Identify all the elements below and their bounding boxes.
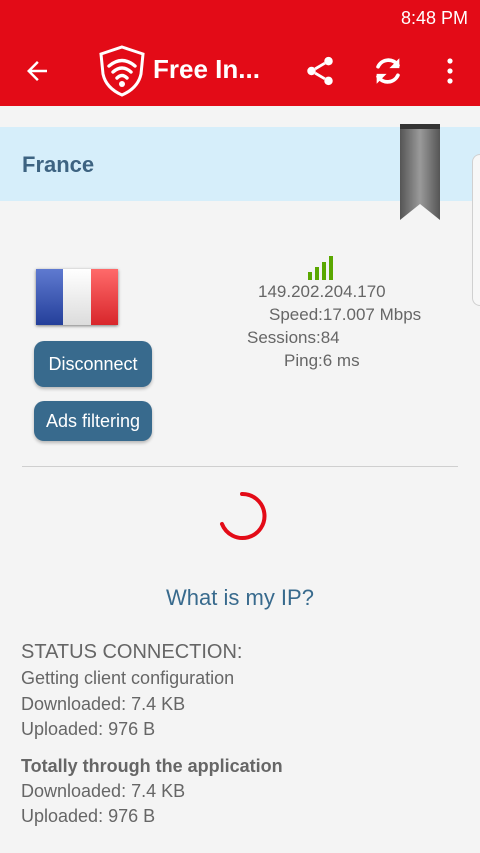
status-state: Getting client configuration xyxy=(21,668,235,688)
signal-bars-icon xyxy=(308,256,333,280)
country-flag xyxy=(36,269,118,325)
side-drawer-handle[interactable] xyxy=(472,154,480,306)
bookmark-icon[interactable] xyxy=(400,124,440,222)
totals-uploaded: Uploaded: 976 B xyxy=(21,806,156,826)
country-name: France xyxy=(22,152,95,177)
back-arrow-icon[interactable] xyxy=(22,56,52,86)
server-sessions: Sessions:84 xyxy=(247,328,340,347)
disconnect-button[interactable]: Disconnect xyxy=(34,341,152,387)
totals-downloaded: Downloaded: 7.4 KB xyxy=(21,781,186,801)
app-title: Free In... xyxy=(153,54,260,84)
divider xyxy=(22,466,458,467)
server-detail: France Disconnect Ads filtering 149.202.… xyxy=(0,106,480,853)
server-ip: 149.202.204.170 xyxy=(258,282,386,301)
server-speed: Speed:17.007 Mbps xyxy=(269,305,422,324)
server-ping: Ping:6 ms xyxy=(284,351,360,370)
loading-spinner-icon xyxy=(220,491,267,540)
wifi-shield-logo-icon xyxy=(99,45,145,97)
status-uploaded: Uploaded: 976 B xyxy=(21,719,156,739)
app-bar: Free In... xyxy=(0,36,480,106)
totals-heading: Totally through the application xyxy=(21,756,283,776)
share-icon[interactable] xyxy=(303,54,337,88)
status-bar: 8:48 PM xyxy=(0,0,480,36)
what-is-my-ip-link[interactable]: What is my IP? xyxy=(0,585,480,611)
refresh-icon[interactable] xyxy=(371,54,405,88)
more-vert-icon[interactable] xyxy=(438,54,462,88)
status-time: 8:48 PM xyxy=(400,8,468,28)
status-downloaded: Downloaded: 7.4 KB xyxy=(21,694,186,714)
ads-filtering-button[interactable]: Ads filtering xyxy=(34,401,152,441)
status-heading: STATUS CONNECTION: xyxy=(21,641,243,663)
